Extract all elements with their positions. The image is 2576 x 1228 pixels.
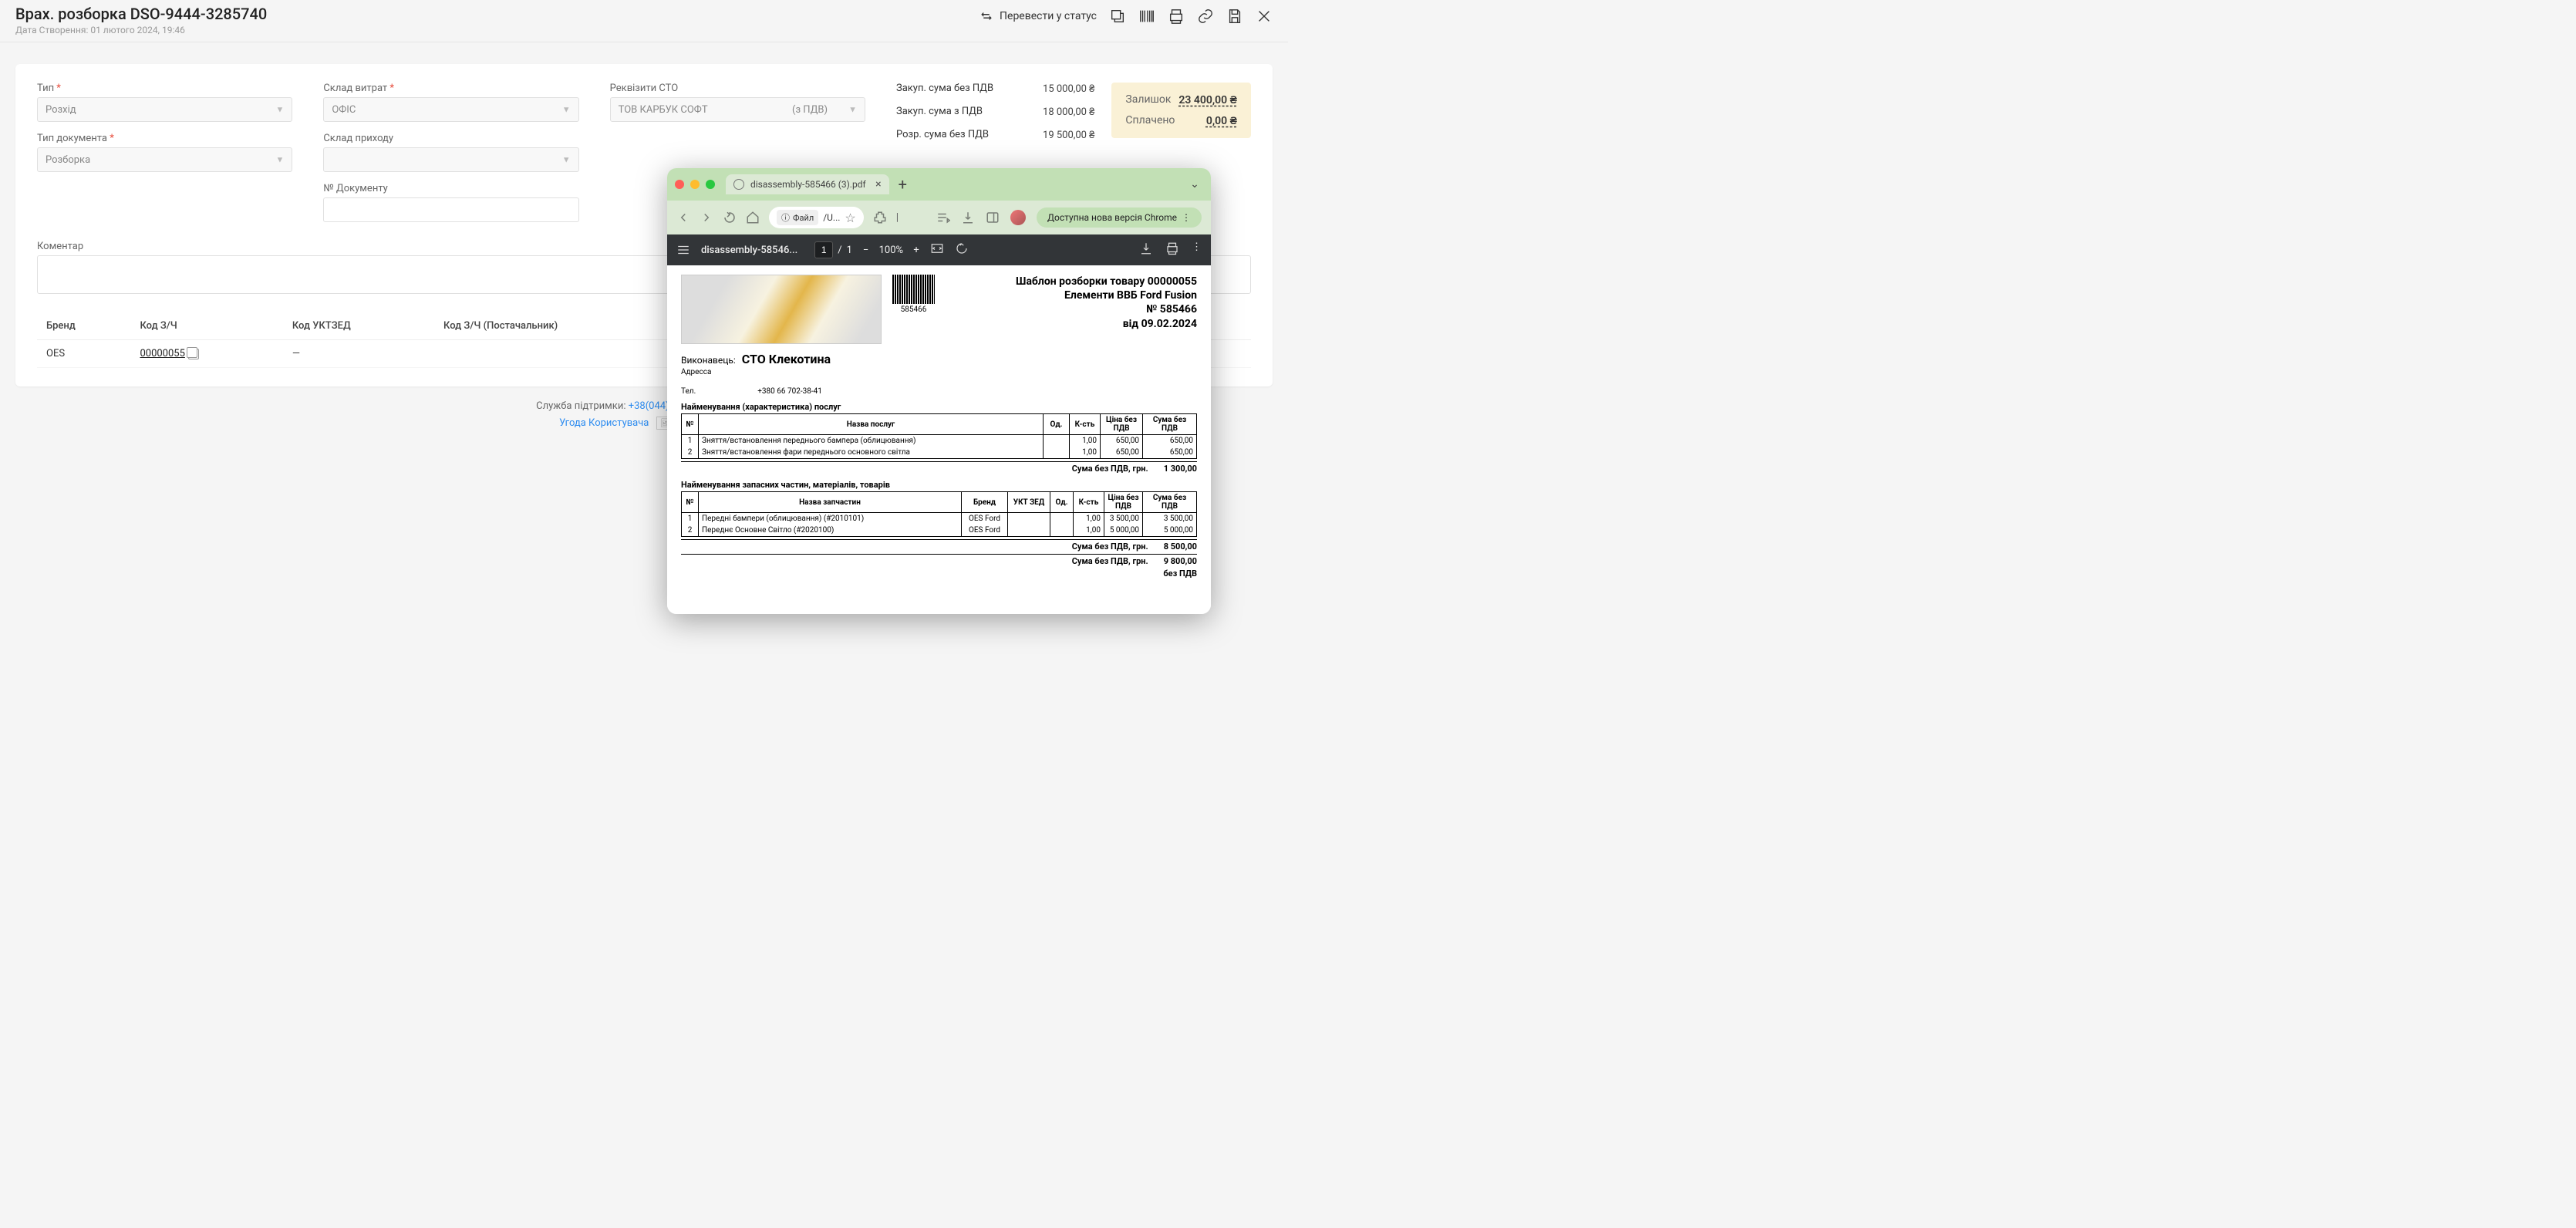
pdf-toolbar: disassembly-58546... /1 − 100% + ⋮	[667, 234, 1211, 265]
reload-icon[interactable]	[723, 211, 737, 224]
doc-type-select[interactable]: Розборка▼	[37, 147, 292, 172]
chrome-window: disassembly-585466 (3).pdf × + ⌄ ⓘФайл /…	[667, 168, 1211, 614]
swap-icon	[979, 9, 993, 23]
download-icon[interactable]	[961, 211, 975, 224]
price-summary: Закуп. сума без ПДВ15 000,00 ₴ Закуп. су…	[896, 83, 1094, 152]
page-header: Врах. розборка DSO-9444-3285740 Дата Ств…	[0, 0, 1288, 42]
expense-store-select[interactable]: ОФІС▼	[323, 97, 578, 122]
part-code-link[interactable]: 00000055	[140, 348, 184, 359]
avatar[interactable]	[1010, 210, 1026, 225]
chevron-down-icon: ▼	[848, 105, 857, 115]
type-label: Тип	[37, 83, 292, 94]
chevron-down-icon: ▼	[275, 105, 284, 115]
tab-list-icon[interactable]: ⌄	[1186, 176, 1203, 193]
pdf-services-table: № Назва послуг Од. К-сть Ціна без ПДВ Су…	[681, 413, 1197, 459]
save-icon[interactable]	[1226, 8, 1243, 25]
doc-no-label: № Документу	[323, 183, 578, 194]
copy-icon[interactable]	[188, 349, 199, 359]
pdf-page-input[interactable]	[814, 241, 833, 258]
window-close-icon[interactable]	[675, 180, 684, 189]
sidepanel-icon[interactable]	[986, 211, 1000, 224]
pdf-parts-table: № Назва запчастин Бренд УКТ ЗЕД Од. К-ст…	[681, 491, 1197, 537]
playlist-icon[interactable]	[936, 211, 950, 224]
chrome-update-button[interactable]: Доступна нова версія Chrome⋮	[1037, 207, 1202, 228]
browser-tab-strip: disassembly-585466 (3).pdf × + ⌄	[667, 168, 1211, 201]
type-select[interactable]: Розхід▼	[37, 97, 292, 122]
zoom-out-icon[interactable]: −	[863, 245, 868, 256]
sto-label: Реквізити СТО	[610, 83, 865, 94]
close-icon[interactable]	[1256, 8, 1273, 25]
link-icon[interactable]	[1197, 8, 1214, 25]
created-at: Дата Створення: 01 лютого 2024, 19:46	[15, 25, 267, 35]
chevron-down-icon: ▼	[562, 105, 571, 115]
globe-icon	[733, 179, 744, 190]
window-max-icon[interactable]	[706, 180, 715, 189]
page-title: Врах. розборка DSO-9444-3285740	[15, 5, 267, 23]
pdf-content: 585466 Шаблон розборки товару 00000055 Е…	[667, 265, 1211, 614]
pdf-download-icon[interactable]	[1139, 241, 1153, 258]
expense-store-label: Склад витрат	[323, 83, 578, 94]
extensions-icon[interactable]	[873, 211, 887, 224]
tab-close-icon[interactable]: ×	[875, 178, 881, 191]
print-icon[interactable]	[1168, 8, 1185, 25]
barcode-icon[interactable]	[1138, 8, 1155, 25]
balance-link[interactable]: 23 400,00 ₴	[1178, 93, 1237, 106]
hamburger-icon[interactable]	[676, 243, 690, 257]
zoom-in-icon[interactable]: +	[913, 245, 919, 256]
forward-icon[interactable]	[700, 211, 713, 224]
chevron-down-icon: ▼	[275, 155, 284, 165]
income-store-select[interactable]: ▼	[323, 147, 578, 172]
window-min-icon[interactable]	[690, 180, 700, 189]
agreement-link[interactable]: Угода Користувача	[559, 417, 649, 429]
doc-type-label: Тип документа	[37, 133, 292, 144]
barcode-icon	[892, 275, 935, 304]
chevron-down-icon: ▼	[562, 155, 571, 165]
browser-toolbar: ⓘФайл /U... ☆ | Доступна нова версія Chr…	[667, 201, 1211, 234]
bookmark-icon[interactable]: ☆	[845, 211, 855, 225]
pdf-header-image	[681, 275, 882, 344]
doc-no-input[interactable]	[323, 197, 578, 222]
export-icon[interactable]	[1109, 8, 1126, 25]
back-icon[interactable]	[676, 211, 690, 224]
home-icon[interactable]	[746, 211, 760, 224]
transfer-status-button[interactable]: Перевести у статус	[979, 9, 1097, 23]
income-store-label: Склад приходу	[323, 133, 578, 144]
balance-box: Залишок23 400,00 ₴ Сплачено0,00 ₴	[1111, 83, 1251, 138]
rotate-icon[interactable]	[955, 241, 969, 258]
sto-select[interactable]: ТОВ КАРБУК СОФТ (з ПДВ) ▼	[610, 97, 865, 122]
fit-icon[interactable]	[930, 241, 944, 258]
new-tab-button[interactable]: +	[899, 175, 907, 194]
omnibox[interactable]: ⓘФайл /U... ☆	[769, 207, 864, 228]
paid-link[interactable]: 0,00 ₴	[1206, 114, 1237, 127]
pdf-more-icon[interactable]: ⋮	[1192, 241, 1202, 258]
pdf-print-icon[interactable]	[1165, 241, 1179, 258]
browser-tab[interactable]: disassembly-585466 (3).pdf ×	[726, 174, 889, 194]
